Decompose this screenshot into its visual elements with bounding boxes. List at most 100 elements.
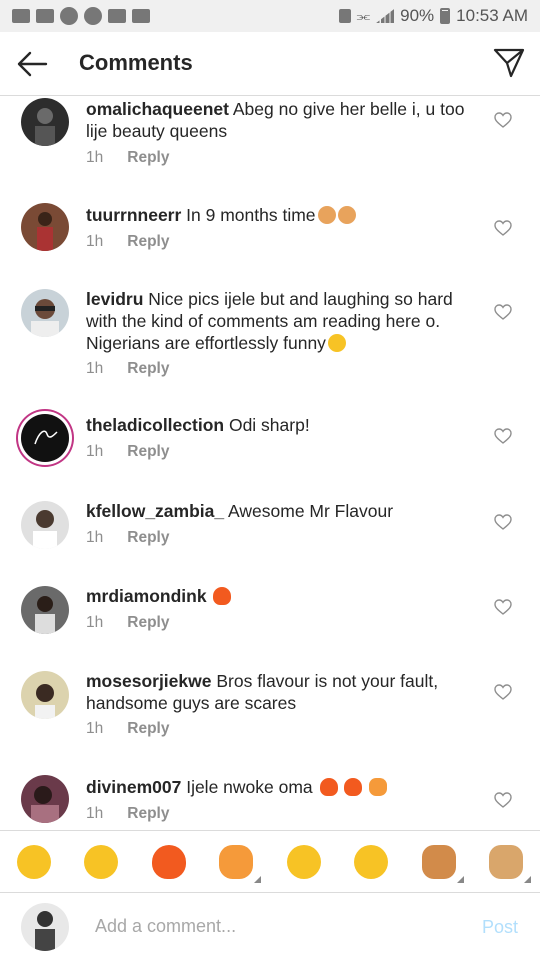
comment-meta: 1h Reply — [86, 614, 169, 632]
heart-icon[interactable] — [494, 428, 512, 444]
comment-username[interactable]: kfellow_zambia_ — [86, 501, 224, 521]
pleading-emoji-icon[interactable] — [354, 844, 389, 879]
comment-composer: Post — [0, 893, 540, 960]
skin-tone-indicator-icon — [254, 875, 262, 883]
reply-button[interactable]: Reply — [127, 529, 169, 546]
avatar-image — [21, 903, 69, 951]
gmail-icon — [12, 9, 30, 23]
comment-username[interactable]: levidru — [86, 289, 143, 309]
comment-time: 1h — [86, 233, 104, 250]
comment-meta: 1h Reply — [86, 529, 169, 547]
comment-meta: 1h Reply — [86, 360, 169, 378]
avatar-image — [21, 671, 69, 719]
comment-username[interactable]: divinem007 — [86, 777, 181, 797]
reply-button[interactable]: Reply — [127, 614, 169, 631]
reply-button[interactable]: Reply — [127, 720, 169, 737]
avatar-image — [21, 289, 69, 337]
avatar-image — [21, 203, 69, 251]
person-emoji-icon[interactable] — [219, 844, 262, 883]
avatar[interactable] — [21, 289, 69, 337]
comment-username[interactable]: omalichaqueenet — [86, 99, 229, 119]
comment-meta: 1h Reply — [86, 233, 169, 251]
ok-hand-emoji-icon[interactable] — [489, 844, 532, 883]
fire-emoji-icon — [319, 778, 338, 796]
notification-icons — [12, 7, 150, 25]
avatar-image — [21, 586, 69, 634]
reply-button[interactable]: Reply — [127, 805, 169, 822]
post-button[interactable]: Post — [482, 917, 518, 938]
avatar[interactable] — [21, 671, 69, 719]
heart-icon[interactable] — [494, 220, 512, 236]
fire-emoji-icon — [344, 778, 363, 796]
comment-text: tuurrnneerr In 9 months time — [86, 204, 476, 226]
avatar-image — [21, 501, 69, 549]
heart-icon[interactable] — [494, 304, 512, 320]
tears-of-joy-emoji-icon[interactable] — [84, 844, 119, 879]
comment-body: Ijele nwoke oma — [186, 777, 313, 797]
emoji-quick-bar — [0, 830, 540, 893]
current-user-avatar — [21, 903, 69, 951]
arrow-left-icon[interactable] — [14, 46, 50, 82]
avatar[interactable] — [21, 501, 69, 549]
comments-list[interactable]: omalichaqueenet Abeg no give her belle i… — [0, 96, 540, 830]
comment-meta: 1h Reply — [86, 720, 169, 738]
avatar[interactable] — [21, 98, 69, 146]
heart-icon[interactable] — [494, 599, 512, 615]
muscle-emoji-icon — [337, 206, 356, 224]
comment-meta: 1h Reply — [86, 443, 169, 461]
comment-time: 1h — [86, 805, 104, 822]
whatsapp-icon — [84, 7, 102, 25]
avatar[interactable] — [21, 203, 69, 251]
comment-text: mrdiamondink — [86, 585, 476, 607]
heart-icon[interactable] — [494, 112, 512, 128]
heart-icon[interactable] — [494, 514, 512, 530]
avatar[interactable] — [21, 586, 69, 634]
clock: 10:53 AM — [456, 6, 528, 25]
whatsapp-icon — [60, 7, 78, 25]
comment-time: 1h — [86, 443, 104, 460]
comment-meta: 1h Reply — [86, 805, 169, 823]
reply-button[interactable]: Reply — [127, 233, 169, 250]
comment-username[interactable]: theladicollection — [86, 415, 224, 435]
avatar[interactable] — [21, 414, 69, 462]
avatar-image — [21, 414, 69, 462]
comment-username[interactable]: mrdiamondink — [86, 586, 207, 606]
comment-text: theladicollection Odi sharp! — [86, 414, 476, 436]
battery-percent: 90% — [400, 6, 435, 25]
grinning-emoji-icon[interactable] — [286, 844, 321, 879]
status-bar: ⫘ 90% 10:53 AM — [0, 0, 540, 32]
system-icons: ⫘ 90% 10:53 AM — [338, 6, 528, 26]
avatar-image — [21, 775, 69, 823]
skin-tone-indicator-icon — [524, 875, 532, 883]
avatar[interactable] — [21, 775, 69, 823]
rolling-laughing-emoji-icon[interactable] — [16, 844, 51, 879]
fist-emoji-icon[interactable] — [421, 844, 464, 883]
comment-text: levidru Nice pics ijele but and laughing… — [86, 288, 476, 354]
fire-emoji-icon — [213, 587, 232, 605]
laughing-emoji-icon — [327, 334, 346, 352]
battery-icon — [440, 8, 451, 24]
comment-text: kfellow_zambia_ Awesome Mr Flavour — [86, 500, 476, 522]
reply-button[interactable]: Reply — [127, 149, 169, 166]
header: Comments — [0, 32, 540, 96]
heart-icon[interactable] — [494, 684, 512, 700]
comment-input[interactable] — [95, 913, 455, 939]
comment-time: 1h — [86, 529, 104, 546]
message-icon — [36, 9, 54, 23]
image-icon — [108, 9, 126, 23]
fire-emoji-icon[interactable] — [151, 844, 186, 879]
comment-text: divinem007 Ijele nwoke oma — [86, 776, 476, 798]
comment-time: 1h — [86, 720, 104, 737]
muscle-emoji-icon — [317, 206, 336, 224]
comment-username[interactable]: tuurrnneerr — [86, 205, 181, 225]
avatar-image — [21, 98, 69, 146]
paper-plane-icon[interactable] — [492, 46, 526, 80]
person-gesturing-emoji-icon — [369, 778, 388, 796]
reply-button[interactable]: Reply — [127, 360, 169, 377]
comment-body: Odi sharp! — [228, 415, 310, 435]
comment-username[interactable]: mosesorjiekwe — [86, 671, 211, 691]
comment-time: 1h — [86, 614, 104, 631]
reply-button[interactable]: Reply — [127, 443, 169, 460]
comment-body: In 9 months time — [186, 205, 316, 225]
heart-icon[interactable] — [494, 792, 512, 808]
